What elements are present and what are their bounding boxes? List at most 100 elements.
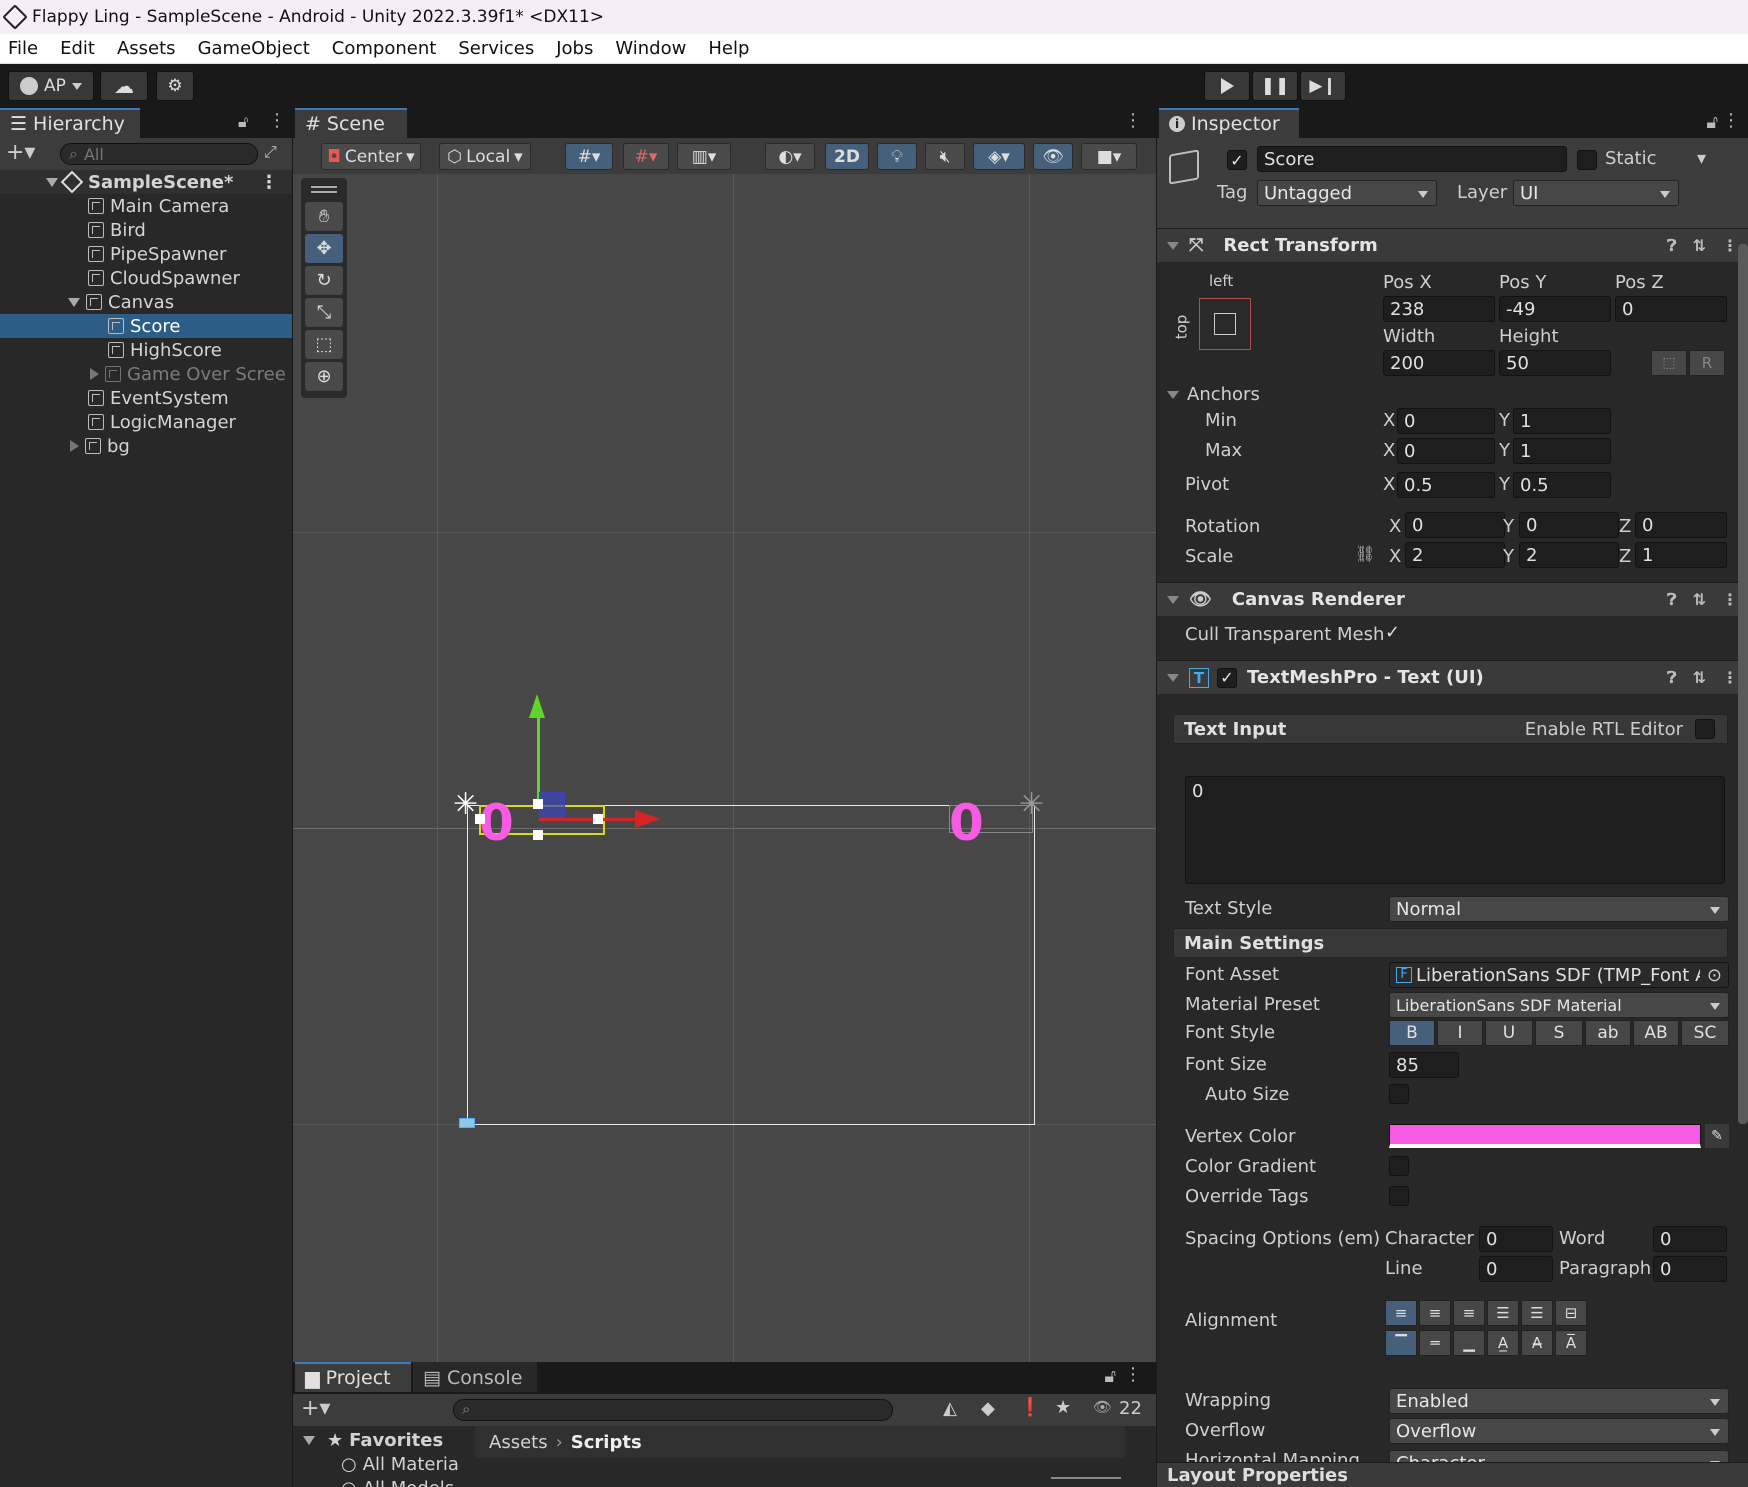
add-icon[interactable]: +▾ bbox=[301, 1396, 330, 1421]
anchor-min-y-input[interactable]: 1 bbox=[1513, 408, 1611, 434]
list-item[interactable]: Bird bbox=[0, 218, 292, 242]
tmp-enabled-checkbox[interactable]: ✓ bbox=[1217, 667, 1237, 688]
font-style-underline-button[interactable]: U bbox=[1485, 1020, 1533, 1046]
vertex-color-swatch[interactable] bbox=[1389, 1124, 1701, 1148]
visibility-toggle[interactable]: 👁︎ bbox=[1033, 143, 1073, 170]
play-button[interactable] bbox=[1204, 71, 1250, 101]
rect-handle[interactable] bbox=[533, 799, 543, 809]
tab-scene[interactable]: # Scene bbox=[295, 108, 407, 138]
palette-grip[interactable] bbox=[311, 186, 337, 188]
help-icon[interactable]: ❓︎ bbox=[1667, 590, 1677, 610]
camera-settings-button[interactable]: ■▾ bbox=[1081, 143, 1137, 170]
expand-arrow-icon[interactable] bbox=[303, 1436, 315, 1445]
more-icon[interactable]: ⋮ bbox=[260, 172, 278, 193]
space-mode-dropdown[interactable]: ⬡ Local ▾ bbox=[439, 143, 531, 170]
scale-z-input[interactable]: 1 bbox=[1635, 542, 1727, 568]
increment-snap-button[interactable]: #▾ bbox=[623, 143, 669, 170]
hmapping-dropdown[interactable]: Character bbox=[1389, 1450, 1729, 1462]
posx-input[interactable]: 238 bbox=[1383, 296, 1495, 322]
color-gradient-checkbox[interactable] bbox=[1389, 1156, 1409, 1176]
move-tool[interactable]: ✥ bbox=[305, 234, 343, 263]
font-style-lowercase-button[interactable]: ab bbox=[1585, 1020, 1631, 1046]
account-button[interactable]: AP bbox=[8, 71, 94, 101]
align-flush-button[interactable]: ☰ bbox=[1521, 1300, 1553, 1326]
menu-help[interactable]: Help bbox=[708, 38, 749, 59]
preset-icon[interactable]: ⇅ bbox=[1693, 668, 1706, 688]
anchors-foldout[interactable]: Anchors bbox=[1167, 384, 1260, 405]
inspector-scrollbar[interactable] bbox=[1738, 244, 1748, 1124]
anchor-min-x-input[interactable]: 0 bbox=[1397, 408, 1495, 434]
preset-icon[interactable]: ⇅ bbox=[1693, 236, 1706, 256]
posz-input[interactable]: 0 bbox=[1615, 296, 1727, 322]
list-item[interactable]: ○ All Materia bbox=[341, 1454, 459, 1475]
align-baseline-button[interactable]: A̲ bbox=[1487, 1330, 1519, 1356]
font-style-italic-button[interactable]: I bbox=[1437, 1020, 1483, 1046]
line-spacing-input[interactable]: 0 bbox=[1479, 1256, 1553, 1282]
menu-edit[interactable]: Edit bbox=[60, 38, 95, 59]
chevron-down-icon[interactable]: ▾ bbox=[1697, 148, 1706, 169]
expand-arrow-icon[interactable] bbox=[68, 297, 80, 307]
more-icon[interactable]: ⋮ bbox=[1722, 236, 1738, 256]
collab-button[interactable]: ⚙ bbox=[156, 71, 194, 101]
list-item[interactable]: Main Camera bbox=[0, 194, 292, 218]
blueprint-mode-button[interactable]: ⬚ bbox=[1651, 350, 1687, 376]
align-right-button[interactable]: ≡ bbox=[1453, 1300, 1485, 1326]
help-icon[interactable]: ❓︎ bbox=[1667, 236, 1677, 256]
list-item-selected[interactable]: Score bbox=[0, 314, 292, 338]
align-justify-button[interactable]: ☰ bbox=[1487, 1300, 1519, 1326]
filter-type-icon[interactable]: ◭ bbox=[943, 1398, 957, 1419]
object-picker-icon[interactable]: ⊙ bbox=[1707, 965, 1722, 986]
filter-label-icon[interactable]: ◆ bbox=[981, 1398, 995, 1419]
text-input-area[interactable]: 0 bbox=[1185, 776, 1725, 884]
preset-icon[interactable]: ⇅ bbox=[1693, 590, 1706, 610]
rotation-x-input[interactable]: 0 bbox=[1405, 512, 1505, 538]
list-item[interactable]: CloudSpawner bbox=[0, 266, 292, 290]
layer-dropdown[interactable]: UI bbox=[1513, 180, 1679, 206]
anchor-max-x-input[interactable]: 0 bbox=[1397, 438, 1495, 464]
collapse-arrow-icon[interactable] bbox=[1167, 673, 1179, 682]
list-item[interactable]: ○ All Models bbox=[341, 1478, 454, 1487]
expand-arrow-icon[interactable] bbox=[70, 440, 79, 452]
pivot-x-input[interactable]: 0.5 bbox=[1397, 472, 1495, 498]
list-item[interactable]: Game Over Scree bbox=[0, 362, 292, 386]
step-button[interactable]: ▶❙ bbox=[1300, 71, 1346, 101]
gizmo-y-arrow-icon[interactable] bbox=[529, 694, 545, 718]
menu-jobs[interactable]: Jobs bbox=[556, 38, 593, 59]
list-item[interactable]: bg bbox=[0, 434, 292, 458]
text-input-section[interactable]: Text Input Enable RTL Editor bbox=[1173, 714, 1728, 744]
pivot-y-input[interactable]: 0.5 bbox=[1513, 472, 1611, 498]
auto-size-checkbox[interactable] bbox=[1389, 1084, 1409, 1104]
menu-services[interactable]: Services bbox=[458, 38, 534, 59]
layout-properties-bar[interactable]: Layout Properties bbox=[1157, 1462, 1748, 1487]
scene-viewport[interactable]: 0 0 ✳ ✳ ✋︎ ✥ ↻ ⤡ ⬚ ⊕ bbox=[293, 174, 1156, 1362]
favorites-row[interactable]: ★ Favorites bbox=[303, 1430, 443, 1451]
font-size-input[interactable]: 85 bbox=[1389, 1052, 1459, 1078]
pivot-mode-dropdown[interactable]: ◘ Center ▾ bbox=[321, 143, 421, 170]
align-capline-button[interactable]: A̅ bbox=[1555, 1330, 1587, 1356]
font-style-uppercase-button[interactable]: AB bbox=[1633, 1020, 1679, 1046]
warning-icon[interactable]: ❗ bbox=[1019, 1397, 1041, 1418]
breadcrumb-root[interactable]: Assets bbox=[489, 1432, 548, 1453]
pause-button[interactable]: ❚❚ bbox=[1252, 71, 1298, 101]
cull-checkbox[interactable]: ✓ bbox=[1385, 622, 1400, 643]
lock-icon[interactable]: 🔓︎ bbox=[1104, 1366, 1116, 1387]
link-scale-icon[interactable]: ⛓︎ bbox=[1355, 544, 1375, 563]
scale-x-input[interactable]: 2 bbox=[1405, 542, 1505, 568]
expand-icon[interactable]: ⤢ bbox=[264, 142, 277, 162]
list-item[interactable]: LogicManager bbox=[0, 410, 292, 434]
hand-tool[interactable]: ✋︎ bbox=[305, 202, 343, 231]
more-icon[interactable]: ⋮ bbox=[1722, 590, 1738, 610]
tab-console[interactable]: ▤ Console bbox=[413, 1362, 537, 1392]
more-icon[interactable]: ⋮ bbox=[1722, 110, 1740, 131]
align-top-button[interactable]: ▔ bbox=[1385, 1330, 1417, 1356]
rtl-checkbox[interactable] bbox=[1695, 719, 1715, 739]
ruler-button[interactable]: ▥▾ bbox=[677, 143, 731, 170]
canvas-renderer-header[interactable]: 👁︎ Canvas Renderer ❓︎ ⇅ ⋮ bbox=[1157, 582, 1748, 616]
text-style-dropdown[interactable]: Normal bbox=[1389, 896, 1729, 922]
rotate-tool[interactable]: ↻ bbox=[305, 266, 343, 295]
rect-handle[interactable] bbox=[593, 814, 603, 824]
expand-arrow-icon[interactable] bbox=[46, 177, 58, 187]
scale-y-input[interactable]: 2 bbox=[1519, 542, 1619, 568]
align-geometry-button[interactable]: ⊟ bbox=[1555, 1300, 1587, 1326]
lighting-toggle[interactable]: 💡︎ bbox=[877, 143, 917, 170]
